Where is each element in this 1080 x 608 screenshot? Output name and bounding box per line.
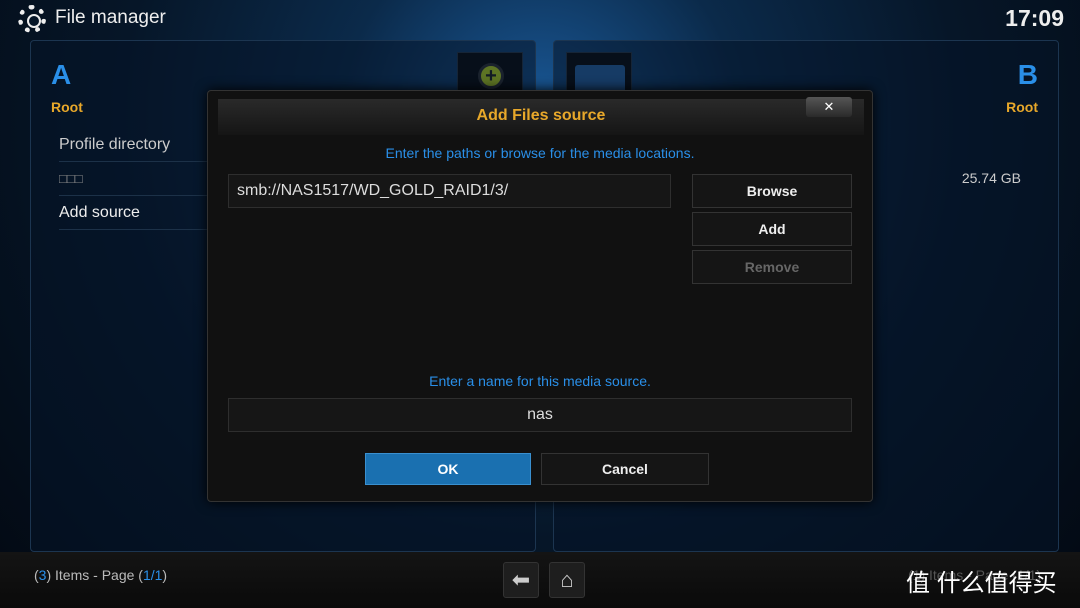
- ok-button[interactable]: OK: [365, 453, 531, 485]
- browse-button[interactable]: Browse: [692, 174, 852, 208]
- dialog-title: Add Files source: [218, 99, 864, 135]
- panel-a-path: Root: [51, 99, 83, 115]
- back-arrow-icon[interactable]: ⬅: [503, 562, 539, 598]
- add-source-dialog: Add Files source ✕ Enter the paths or br…: [207, 90, 873, 502]
- list-item[interactable]: □□□: [59, 171, 83, 186]
- panel-b-letter: B: [1017, 59, 1038, 90]
- clock: 17:09: [1005, 5, 1064, 31]
- cancel-button[interactable]: Cancel: [541, 453, 709, 485]
- source-name-field[interactable]: nas: [228, 398, 852, 432]
- path-field[interactable]: smb://NAS1517/WD_GOLD_RAID1/3/: [228, 174, 671, 208]
- close-button[interactable]: ✕: [806, 97, 852, 117]
- top-bar: File manager 17:09: [0, 0, 1080, 38]
- panel-a-letter: A: [51, 59, 72, 90]
- name-hint: Enter a name for this media source.: [429, 373, 651, 389]
- gear-icon: [18, 5, 46, 33]
- list-item-size[interactable]: 25.74 GB: [962, 170, 1021, 186]
- page-title: File manager: [55, 7, 166, 28]
- item-count-left: (3) Items - Page (1/1): [34, 567, 168, 583]
- panel-b-path: Root: [1006, 99, 1038, 115]
- path-hint: Enter the paths or browse for the media …: [385, 145, 695, 161]
- add-button[interactable]: Add: [692, 212, 852, 246]
- remove-button[interactable]: Remove: [692, 250, 852, 284]
- list-item[interactable]: Profile directory: [59, 136, 170, 154]
- list-item[interactable]: Add source: [59, 204, 140, 222]
- home-icon[interactable]: ⌂: [549, 562, 585, 598]
- watermark: 值 什么值得买: [906, 570, 1057, 597]
